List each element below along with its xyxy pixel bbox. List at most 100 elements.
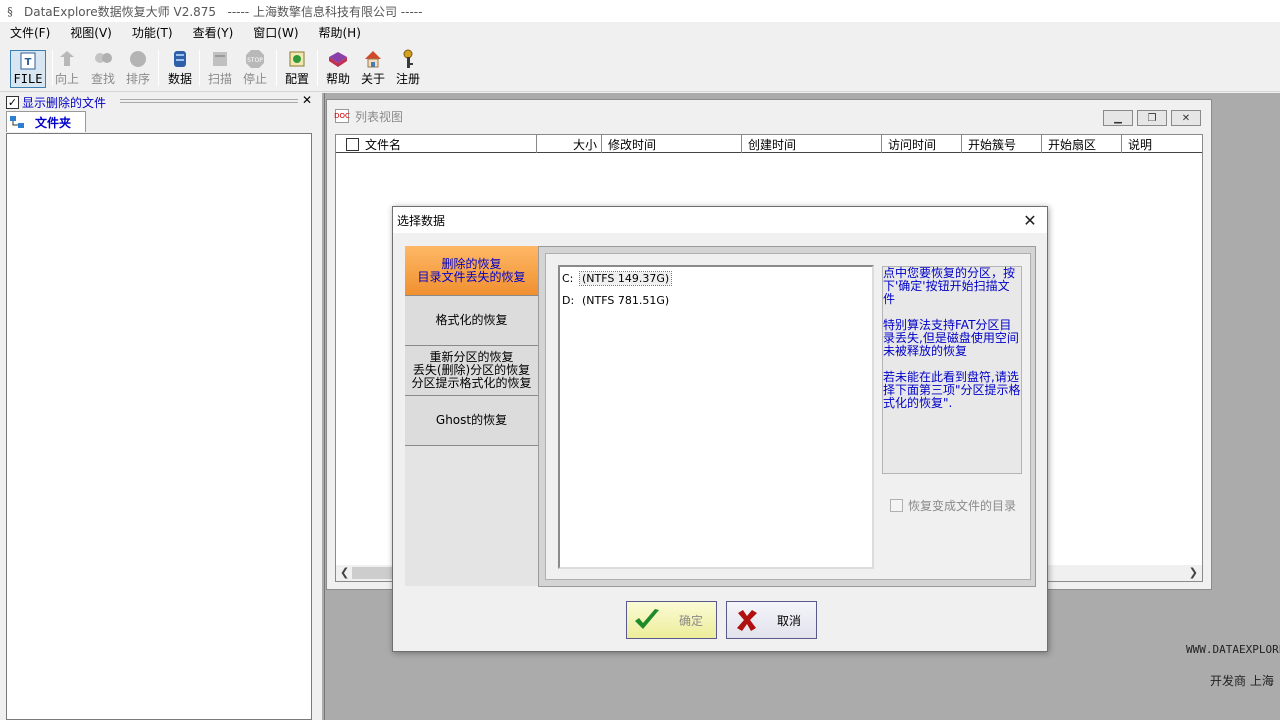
menu-view[interactable]: 视图(V) bbox=[60, 24, 122, 41]
restore-button[interactable]: ❐ bbox=[1137, 110, 1167, 126]
left-panel: ✓ 显示删除的文件 ✕ 文件夹 bbox=[0, 93, 318, 720]
column-headers: 文件名 大小 修改时间 创建时间 访问时间 开始簇号 开始扇区 说明 bbox=[336, 135, 1202, 153]
menu-bar: 文件(F) 视图(V) 功能(T) 查看(Y) 窗口(W) 帮助(H) bbox=[0, 22, 1280, 42]
tab-partition-recovery[interactable]: 重新分区的恢复 丢失(删除)分区的恢复 分区提示格式化的恢复 bbox=[405, 346, 539, 396]
recovery-mode-tabs: 删除的恢复 目录文件丢失的恢复 格式化的恢复 重新分区的恢复 丢失(删除)分区的… bbox=[405, 246, 539, 446]
config-button[interactable]: 配置 bbox=[279, 49, 315, 89]
drive-list[interactable]: C: (NTFS 149.37G) D: (NTFS 781.51G) bbox=[558, 265, 874, 569]
toolbar-separator bbox=[158, 50, 159, 86]
about-button-label: 关于 bbox=[360, 72, 385, 86]
tab-area-filler bbox=[405, 446, 539, 586]
cancel-button-label: 取消 bbox=[777, 613, 802, 628]
dialog-titlebar[interactable]: 选择数据 ✕ bbox=[393, 207, 1047, 233]
close-button[interactable]: ✕ bbox=[1171, 110, 1201, 126]
show-deleted-label: 显示删除的文件 bbox=[22, 95, 107, 110]
website-text: WWW.DATAEXPLORE bbox=[1186, 643, 1280, 656]
scroll-right-icon[interactable]: ❯ bbox=[1189, 566, 1198, 579]
help-button[interactable]: 帮助 bbox=[320, 49, 356, 89]
column-filename-label: 文件名 bbox=[365, 137, 402, 152]
tab-line: 格式化的恢复 bbox=[435, 313, 508, 327]
close-icon[interactable]: ✕ bbox=[302, 93, 312, 107]
menu-window[interactable]: 窗口(W) bbox=[243, 24, 308, 41]
cross-icon bbox=[733, 606, 761, 634]
sort-icon bbox=[127, 49, 149, 69]
up-button[interactable]: 向上 bbox=[49, 49, 85, 89]
sort-button-label: 排序 bbox=[125, 72, 150, 86]
window-title: DataExplore数据恢复大师 V2.875 ----- 上海数擎信息科技有… bbox=[24, 4, 423, 19]
content-panel: C: (NTFS 149.37G) D: (NTFS 781.51G) 点中您要… bbox=[538, 246, 1036, 587]
list-view-title: 列表视图 bbox=[355, 109, 404, 124]
drive-letter: C: bbox=[562, 271, 574, 285]
tab-ghost-recovery[interactable]: Ghost的恢复 bbox=[405, 396, 539, 446]
up-folder-icon bbox=[56, 49, 78, 69]
config-button-label: 配置 bbox=[284, 72, 309, 86]
scan-button[interactable]: 扫描 bbox=[202, 49, 238, 89]
column-size[interactable]: 大小 bbox=[537, 135, 602, 153]
title-bar: § DataExplore数据恢复大师 V2.875 ----- 上海数擎信息科… bbox=[0, 0, 1280, 22]
menu-file[interactable]: 文件(F) bbox=[0, 24, 60, 41]
column-start-sector[interactable]: 开始扇区 bbox=[1042, 135, 1122, 153]
checkbox-unchecked-icon[interactable] bbox=[890, 499, 903, 512]
tab-format-recovery[interactable]: 格式化的恢复 bbox=[405, 296, 539, 346]
menu-function[interactable]: 功能(T) bbox=[122, 24, 183, 41]
recover-dir-label: 恢复变成文件的目录 bbox=[908, 499, 1017, 513]
sort-button[interactable]: 排序 bbox=[120, 49, 156, 89]
about-button[interactable]: 关于 bbox=[355, 49, 391, 89]
drive-item[interactable]: D: (NTFS 781.51G) bbox=[562, 291, 671, 309]
close-icon[interactable]: ✕ bbox=[1019, 210, 1041, 230]
tab-line: 删除的恢复 bbox=[441, 256, 502, 271]
column-modified[interactable]: 修改时间 bbox=[602, 135, 742, 153]
drive-item[interactable]: C: (NTFS 149.37G) bbox=[562, 269, 673, 287]
svg-text:T: T bbox=[25, 57, 32, 68]
toolbar-separator bbox=[317, 50, 318, 86]
cancel-button[interactable]: 取消 bbox=[726, 601, 817, 639]
help-book-icon bbox=[327, 49, 349, 69]
tab-folders[interactable]: 文件夹 bbox=[6, 111, 86, 132]
scan-button-label: 扫描 bbox=[207, 72, 232, 86]
folder-tree[interactable] bbox=[6, 133, 312, 720]
data-button[interactable]: 数据 bbox=[162, 49, 198, 89]
checkbox-checked-icon[interactable]: ✓ bbox=[6, 95, 19, 109]
drive-info: (NTFS 781.51G) bbox=[582, 293, 670, 307]
column-start-cluster[interactable]: 开始簇号 bbox=[962, 135, 1042, 153]
config-icon bbox=[286, 49, 308, 69]
show-deleted-checkbox[interactable]: ✓ 显示删除的文件 bbox=[6, 95, 107, 110]
recover-dir-checkbox[interactable]: 恢复变成文件的目录 bbox=[890, 497, 1016, 514]
menu-inspect[interactable]: 查看(Y) bbox=[183, 24, 244, 41]
svg-text:STOP: STOP bbox=[247, 57, 263, 64]
info-text: 若未能在此看到盘符,请选择下面第三项"分区提示格式化的恢复". bbox=[883, 370, 1021, 410]
menu-help[interactable]: 帮助(H) bbox=[309, 24, 371, 41]
tab-deleted-recovery[interactable]: 删除的恢复 目录文件丢失的恢复 bbox=[405, 246, 539, 296]
up-button-label: 向上 bbox=[54, 72, 79, 86]
scroll-left-icon[interactable]: ❮ bbox=[340, 566, 349, 579]
tab-line: Ghost的恢复 bbox=[435, 413, 508, 427]
developer-text: 开发商 上海 bbox=[1210, 674, 1274, 688]
key-icon bbox=[397, 49, 419, 69]
register-button[interactable]: 注册 bbox=[390, 49, 426, 89]
folder-tree-icon bbox=[9, 115, 25, 129]
help-button-label: 帮助 bbox=[325, 72, 350, 86]
file-button-label: FILE bbox=[13, 72, 43, 86]
stop-button[interactable]: STOP 停止 bbox=[237, 49, 273, 89]
toolbar-separator bbox=[276, 50, 277, 86]
dialog-title: 选择数据 bbox=[397, 213, 446, 228]
ok-button-label: 确定 bbox=[679, 613, 704, 628]
stop-button-label: 停止 bbox=[242, 72, 267, 86]
scan-icon bbox=[209, 49, 231, 69]
list-view-titlebar[interactable]: DOC 列表视图 ▁ ❐ ✕ bbox=[327, 100, 1211, 132]
column-description[interactable]: 说明 bbox=[1122, 135, 1202, 153]
ok-button[interactable]: 确定 bbox=[626, 601, 717, 639]
select-all-checkbox[interactable] bbox=[346, 137, 359, 151]
find-button[interactable]: 查找 bbox=[85, 49, 121, 89]
panel-grip[interactable] bbox=[120, 99, 298, 103]
tab-folders-label: 文件夹 bbox=[35, 115, 72, 130]
drive-info: (NTFS 149.37G) bbox=[578, 270, 673, 286]
content-inner: C: (NTFS 149.37G) D: (NTFS 781.51G) 点中您要… bbox=[545, 253, 1031, 580]
column-created[interactable]: 创建时间 bbox=[742, 135, 882, 153]
info-text: 点中您要恢复的分区，按下'确定'按钮开始扫描文件 bbox=[883, 266, 1016, 306]
app-icon: § bbox=[7, 4, 13, 18]
column-filename[interactable]: 文件名 bbox=[336, 135, 537, 153]
column-accessed[interactable]: 访问时间 bbox=[882, 135, 962, 153]
file-button[interactable]: T FILE bbox=[10, 50, 46, 88]
minimize-button[interactable]: ▁ bbox=[1103, 110, 1133, 126]
